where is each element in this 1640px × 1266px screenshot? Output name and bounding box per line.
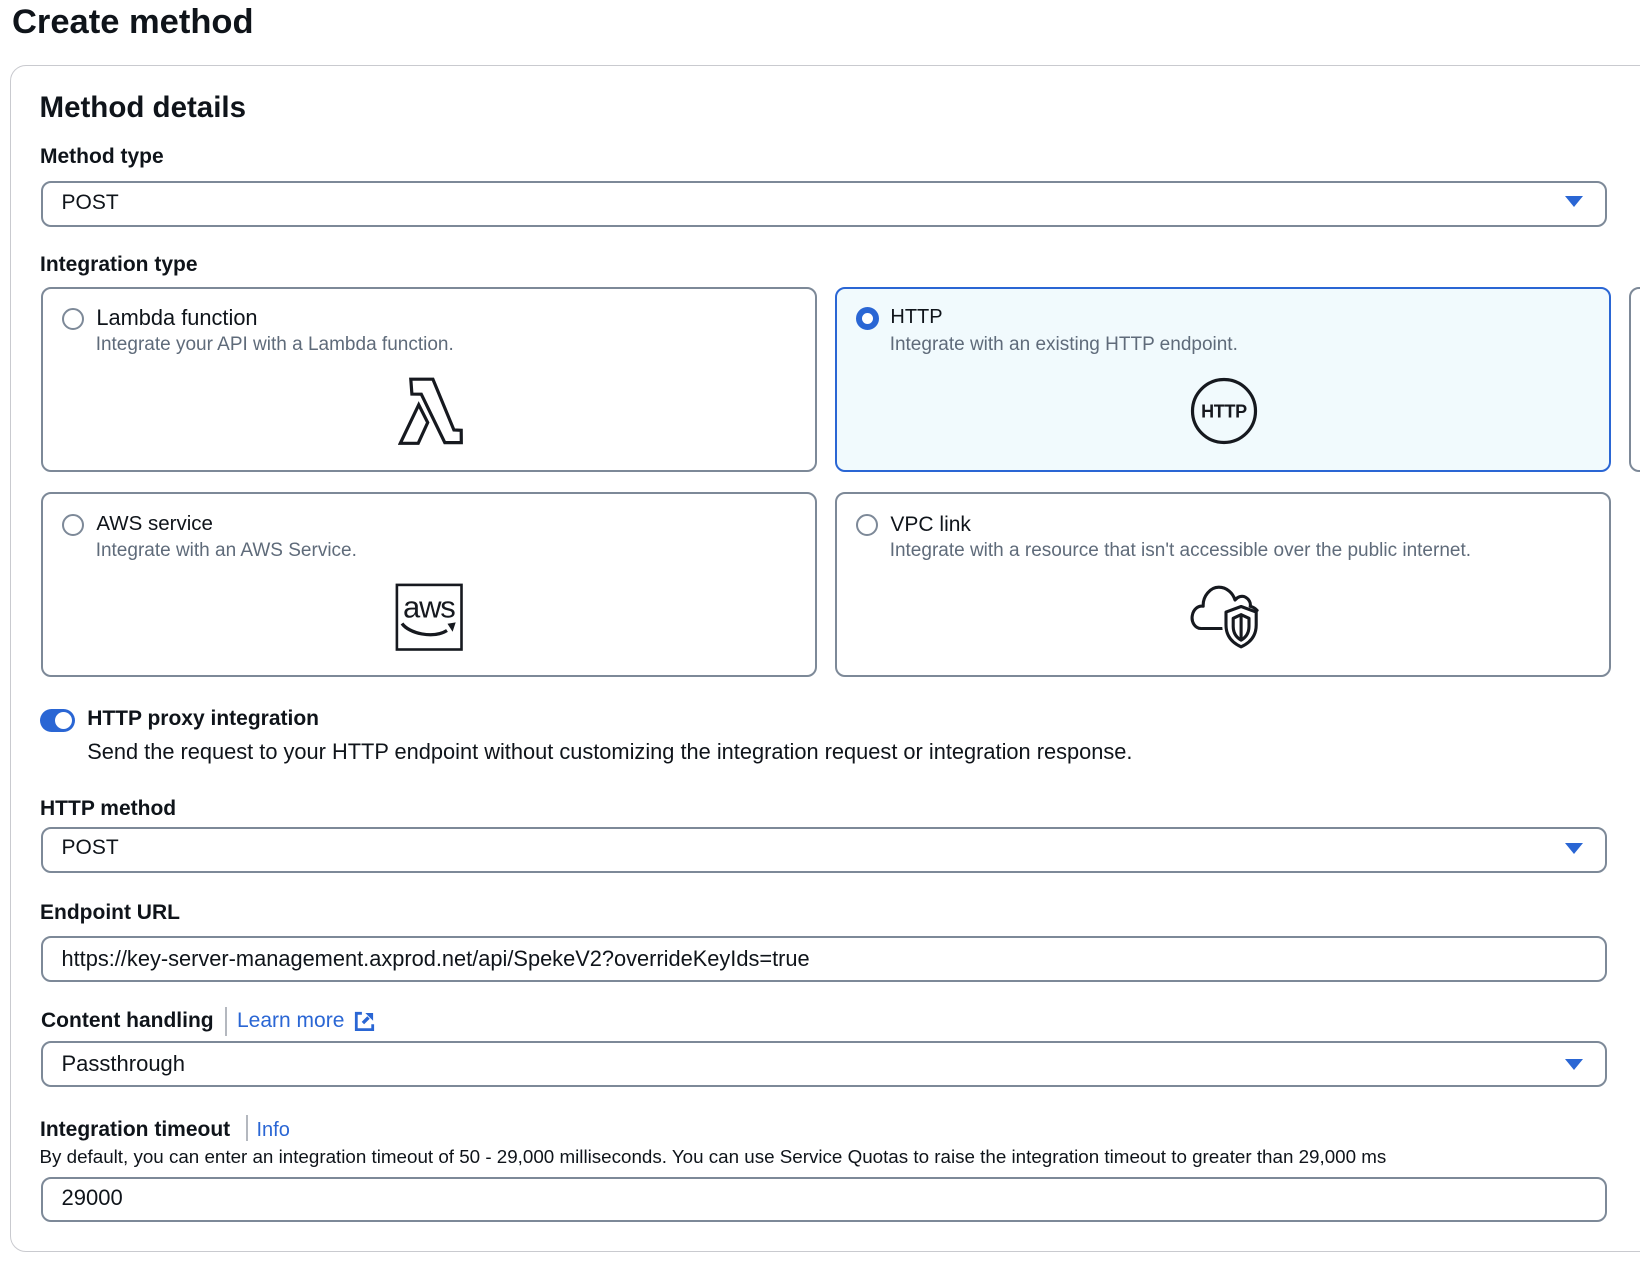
svg-text:HTTP: HTTP [1201, 401, 1247, 421]
svg-text:aws: aws [403, 589, 455, 624]
